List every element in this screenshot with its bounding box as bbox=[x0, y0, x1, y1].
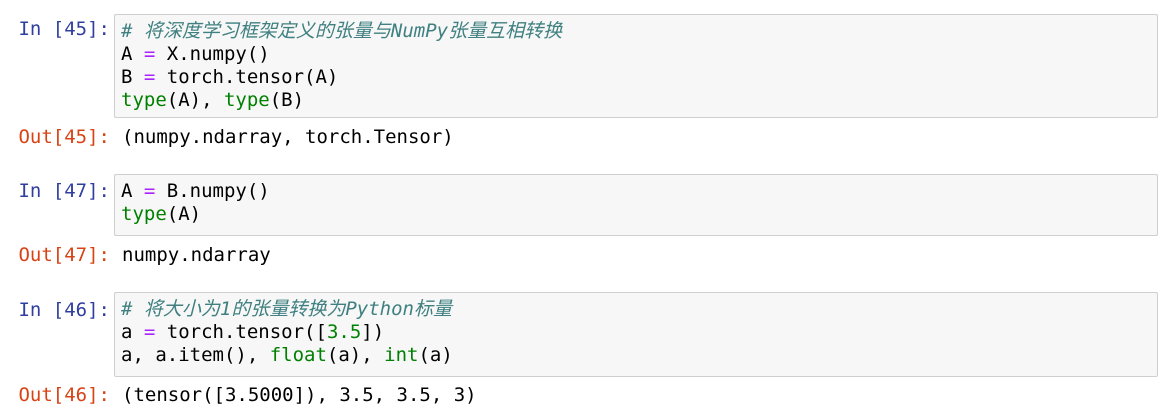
code-text: (B) bbox=[269, 89, 305, 111]
code-line: type(A), type(B) bbox=[121, 89, 1157, 112]
code-text: a, a.item(), bbox=[121, 344, 270, 366]
code-text: A bbox=[121, 43, 144, 65]
code-text: B bbox=[121, 66, 144, 88]
code-text: torch.tensor([ bbox=[155, 321, 327, 343]
code-number: 3.5 bbox=[326, 321, 362, 343]
code-builtin: type bbox=[121, 89, 167, 111]
output-prompt: Out[47]: bbox=[18, 244, 110, 266]
input-prompt: In [45]: bbox=[18, 18, 110, 40]
code-builtin: type bbox=[223, 89, 270, 111]
input-prompt: In [46]: bbox=[18, 299, 110, 321]
code-builtin: int bbox=[384, 344, 419, 366]
code-operator: = bbox=[143, 321, 156, 343]
code-text: B.numpy() bbox=[155, 180, 270, 202]
code-line: # 将大小为1的张量转换为Python标量 bbox=[121, 298, 1157, 321]
code-text: (a), bbox=[326, 344, 385, 366]
code-text: A bbox=[121, 180, 144, 202]
code-operator: = bbox=[143, 180, 156, 202]
code-line: type(A) bbox=[121, 203, 1157, 226]
code-builtin: float bbox=[269, 344, 327, 366]
code-operator: = bbox=[143, 43, 156, 65]
code-text: (A) bbox=[166, 203, 202, 225]
code-operator: = bbox=[143, 66, 156, 88]
code-line: # 将深度学习框架定义的张量与NumPy张量互相转换 bbox=[121, 20, 1157, 43]
output-prompt: Out[45]: bbox=[18, 126, 110, 148]
code-input[interactable]: A = B.numpy() type(A) bbox=[114, 174, 1158, 236]
output-text: (tensor([3.5000]), 3.5, 3.5, 3) bbox=[122, 384, 477, 406]
code-text: X.numpy() bbox=[155, 43, 270, 65]
code-line: A = X.numpy() bbox=[121, 43, 1157, 66]
code-text: a bbox=[121, 321, 144, 343]
code-text: (A), bbox=[166, 89, 224, 111]
code-text: (a) bbox=[418, 344, 453, 366]
code-builtin: type bbox=[121, 203, 167, 225]
code-line: a = torch.tensor([3.5]) bbox=[121, 321, 1157, 344]
code-text: ]) bbox=[361, 321, 385, 343]
output-text: numpy.ndarray bbox=[122, 244, 271, 266]
code-text: torch.tensor(A) bbox=[155, 66, 339, 88]
code-input[interactable]: # 将深度学习框架定义的张量与NumPy张量互相转换 A = X.numpy() B… bbox=[114, 14, 1158, 118]
code-comment: # 将深度学习框架定义的张量与NumPy张量互相转换 bbox=[121, 20, 563, 42]
code-comment: # 将大小为1的张量转换为Python标量 bbox=[121, 298, 452, 320]
code-line: A = B.numpy() bbox=[121, 180, 1157, 203]
input-prompt: In [47]: bbox=[18, 180, 110, 202]
code-line: B = torch.tensor(A) bbox=[121, 66, 1157, 89]
code-input[interactable]: # 将大小为1的张量转换为Python标量 a = torch.tensor([3… bbox=[114, 292, 1158, 377]
output-prompt: Out[46]: bbox=[18, 384, 110, 406]
output-text: (numpy.ndarray, torch.Tensor) bbox=[122, 126, 454, 148]
code-line: a, a.item(), float(a), int(a) bbox=[121, 344, 1157, 367]
